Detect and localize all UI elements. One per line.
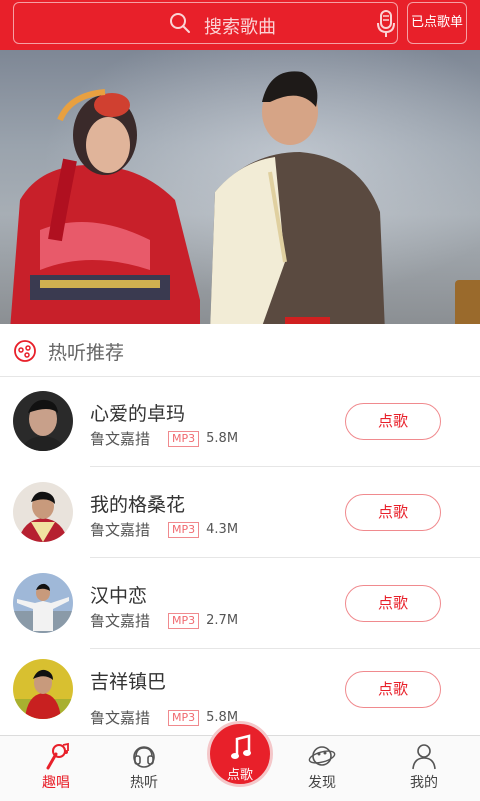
hot-recommend-icon — [14, 340, 36, 362]
banner-carousel[interactable] — [0, 50, 480, 324]
request-song-button[interactable]: 点歌 — [345, 585, 441, 622]
file-size: 2.7M — [206, 613, 239, 628]
microphone-icon[interactable] — [376, 10, 396, 38]
song-title: 我的格桑花 — [90, 494, 186, 516]
banner-rock — [455, 280, 480, 324]
artist-avatar — [13, 482, 73, 542]
format-badge: MP3 — [168, 612, 200, 629]
search-icon — [170, 13, 190, 33]
search-placeholder: 搜索歌曲 — [204, 17, 276, 38]
search-bar[interactable]: 搜索歌曲 — [13, 2, 398, 44]
song-meta: 鲁文嘉措 MP3 4.3M — [90, 519, 238, 540]
top-bar: 搜索歌曲 已点歌单 — [0, 0, 480, 50]
request-song-button[interactable]: 点歌 — [345, 403, 441, 440]
section-header: 热听推荐 — [0, 324, 480, 377]
format-badge: MP3 — [168, 709, 200, 726]
song-list-item[interactable]: 汉中恋 鲁文嘉措 MP3 2.7M 点歌 — [0, 559, 480, 649]
nav-label: 趣唱 — [42, 775, 70, 791]
song-artist: 鲁文嘉措 — [90, 612, 151, 630]
song-artist: 鲁文嘉措 — [90, 521, 151, 539]
requested-songs-button[interactable]: 已点歌单 — [407, 2, 467, 44]
section-title: 热听推荐 — [48, 342, 125, 364]
format-badge: MP3 — [168, 430, 200, 447]
divider — [90, 466, 480, 467]
divider — [90, 557, 480, 558]
user-icon — [412, 744, 436, 770]
music-note-icon — [231, 734, 251, 759]
sing-icon — [46, 742, 69, 770]
nav-label: 发现 — [308, 775, 336, 791]
song-title: 心爱的卓玛 — [90, 403, 186, 425]
song-meta: 鲁文嘉措 MP3 5.8M — [90, 707, 238, 728]
planet-icon — [308, 746, 336, 766]
song-title: 汉中恋 — [90, 585, 148, 607]
artist-avatar — [13, 573, 73, 633]
nav-item-mine[interactable]: 我的 — [384, 736, 464, 801]
format-badge: MP3 — [168, 521, 200, 538]
artist-avatar — [13, 659, 73, 719]
request-song-button[interactable]: 点歌 — [345, 671, 441, 708]
banner-person-left — [10, 89, 200, 324]
song-meta: 鲁文嘉措 MP3 2.7M — [90, 610, 238, 631]
song-title: 吉祥镇巴 — [90, 671, 167, 693]
nav-label: 热听 — [130, 775, 158, 791]
nav-label: 点歌 — [226, 768, 253, 783]
nav-item-discover[interactable]: 发现 — [282, 736, 362, 801]
banner-person-right — [210, 71, 385, 324]
file-size: 5.8M — [206, 431, 239, 446]
song-artist: 鲁文嘉措 — [90, 709, 151, 727]
song-list-item[interactable]: 心爱的卓玛 鲁文嘉措 MP3 5.8M 点歌 — [0, 377, 480, 467]
song-list-item[interactable]: 我的格桑花 鲁文嘉措 MP3 4.3M 点歌 — [0, 468, 480, 558]
file-size: 4.3M — [206, 522, 239, 537]
artist-avatar — [13, 391, 73, 451]
song-artist: 鲁文嘉措 — [90, 430, 151, 448]
nav-item-request[interactable]: 点歌 — [207, 721, 273, 787]
headphones-icon — [133, 746, 155, 768]
song-meta: 鲁文嘉措 MP3 5.8M — [90, 428, 238, 449]
nav-label: 我的 — [410, 775, 438, 791]
request-song-button[interactable]: 点歌 — [345, 494, 441, 531]
nav-item-sing[interactable]: 趣唱 — [16, 736, 96, 801]
nav-item-listen[interactable]: 热听 — [104, 736, 184, 801]
